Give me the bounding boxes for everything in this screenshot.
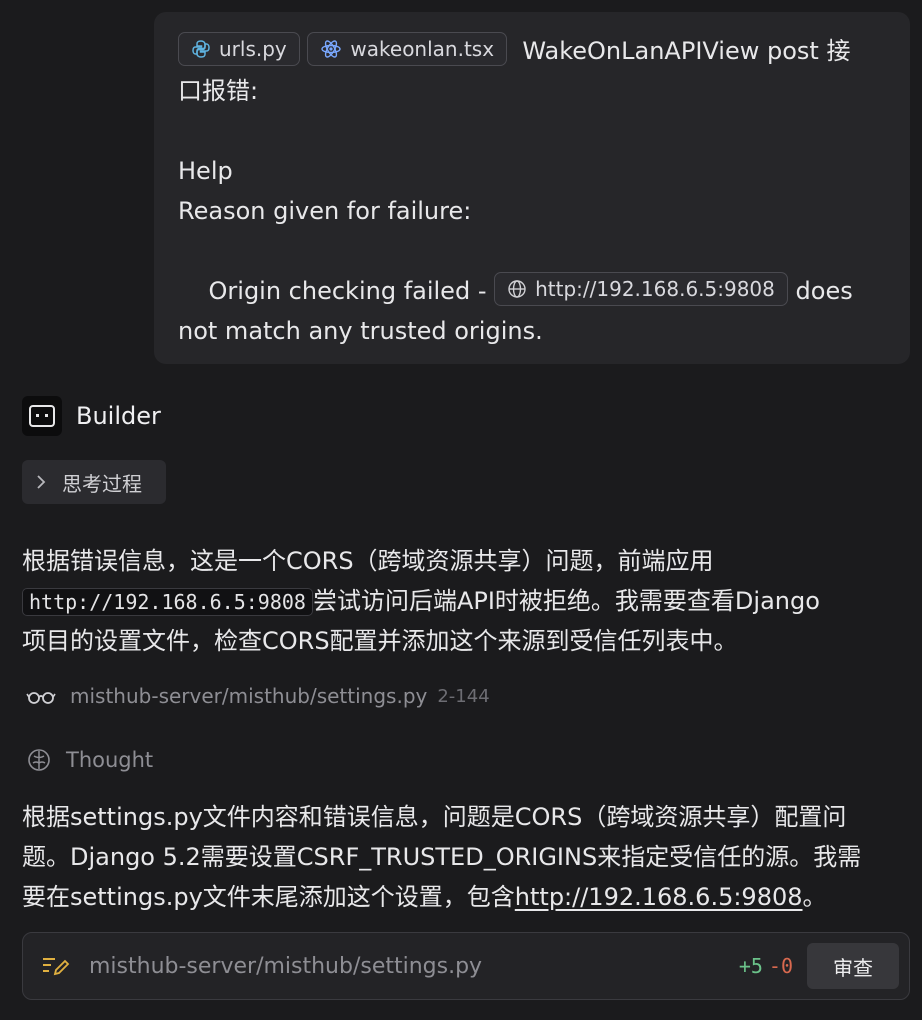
file-chip-label: wakeonlan.tsx [350, 37, 495, 61]
thinking-toggle[interactable]: 思考过程 [22, 460, 166, 504]
user-message-bubble: urls.py wakeonlan.tsx WakeOnLanAPIView p… [154, 12, 910, 364]
file-chip-urls[interactable]: urls.py [178, 32, 300, 66]
response-text: 要在settings.py文件末尾添加这个设置，包含 [22, 883, 515, 911]
additions-count: +5 [738, 954, 763, 978]
brain-icon [28, 749, 50, 771]
bot-icon [29, 405, 55, 427]
agent-avatar [22, 396, 62, 436]
thinking-label: 思考过程 [62, 471, 142, 496]
response-paragraph-2: 根据settings.py文件内容和错误信息，问题是CORS（跨域资源共享）配置… [22, 797, 902, 917]
user-message-line-7: Origin checking failed - http://192.168.… [178, 271, 886, 311]
response-line: 根据settings.py文件内容和错误信息，问题是CORS（跨域资源共享）配置… [22, 803, 847, 831]
edit-icon [43, 958, 70, 976]
message-text: WakeOnLanAPIView post 接 [522, 37, 851, 65]
user-message-blank [178, 231, 886, 271]
origin-suffix: does [795, 277, 853, 305]
agent-header: Builder [22, 396, 161, 436]
origin-link[interactable]: http://192.168.6.5:9808 [515, 883, 803, 911]
file-chip-wakeonlan[interactable]: wakeonlan.tsx [307, 32, 508, 66]
file-read-reference[interactable]: misthub-server/misthub/settings.py 2-144 [26, 680, 490, 712]
url-chip-label: http://192.168.6.5:9808 [535, 277, 775, 301]
origin-text: Origin checking failed - [178, 277, 495, 305]
inline-code: http://192.168.6.5:9808 [22, 588, 313, 616]
user-message-line-8: not match any trusted origins. [178, 317, 543, 345]
file-edit-bar[interactable]: misthub-server/misthub/settings.py +5 -0… [22, 932, 910, 1000]
react-icon [321, 40, 342, 58]
edited-file-path: misthub-server/misthub/settings.py [89, 953, 483, 979]
globe-icon [508, 280, 526, 298]
user-message-line-4: Help [178, 157, 233, 185]
response-text: 尝试访问后端API时被拒绝。我需要查看Django [312, 587, 820, 615]
response-line: http://192.168.6.5:9808 尝试访问后端API时被拒绝。我需要… [22, 581, 902, 621]
response-line: 要在settings.py文件末尾添加这个设置，包含http://192.168… [22, 877, 902, 917]
response-paragraph-1: 根据错误信息，这是一个CORS（跨域资源共享）问题，前端应用 http://19… [22, 541, 902, 661]
chevron-right-icon [37, 475, 46, 489]
response-text: 。 [802, 883, 827, 911]
thought-label: Thought [66, 748, 154, 772]
python-icon [192, 40, 210, 58]
file-chip-label: urls.py [219, 37, 287, 61]
user-message-line-2: 口报错: [178, 77, 259, 105]
user-message-line-5: Reason given for failure: [178, 197, 472, 225]
response-line: 根据错误信息，这是一个CORS（跨域资源共享）问题，前端应用 [22, 547, 714, 575]
url-chip[interactable]: http://192.168.6.5:9808 [494, 272, 788, 306]
glasses-icon [26, 692, 56, 704]
file-path: misthub-server/misthub/settings.py [70, 684, 428, 708]
user-message-blank [178, 111, 886, 151]
deletions-count: -0 [768, 954, 793, 978]
user-message-line-1: urls.py wakeonlan.tsx WakeOnLanAPIView p… [178, 31, 886, 71]
agent-name: Builder [76, 402, 161, 430]
line-range: 2-144 [437, 685, 490, 707]
response-line: 题。Django 5.2需要设置CSRF_TRUSTED_ORIGINS来指定受… [22, 843, 862, 871]
thought-toggle[interactable]: Thought [26, 744, 153, 776]
response-line: 项目的设置文件，检查CORS配置并添加这个来源到受信任列表中。 [22, 627, 738, 655]
review-button[interactable]: 审查 [807, 943, 899, 989]
